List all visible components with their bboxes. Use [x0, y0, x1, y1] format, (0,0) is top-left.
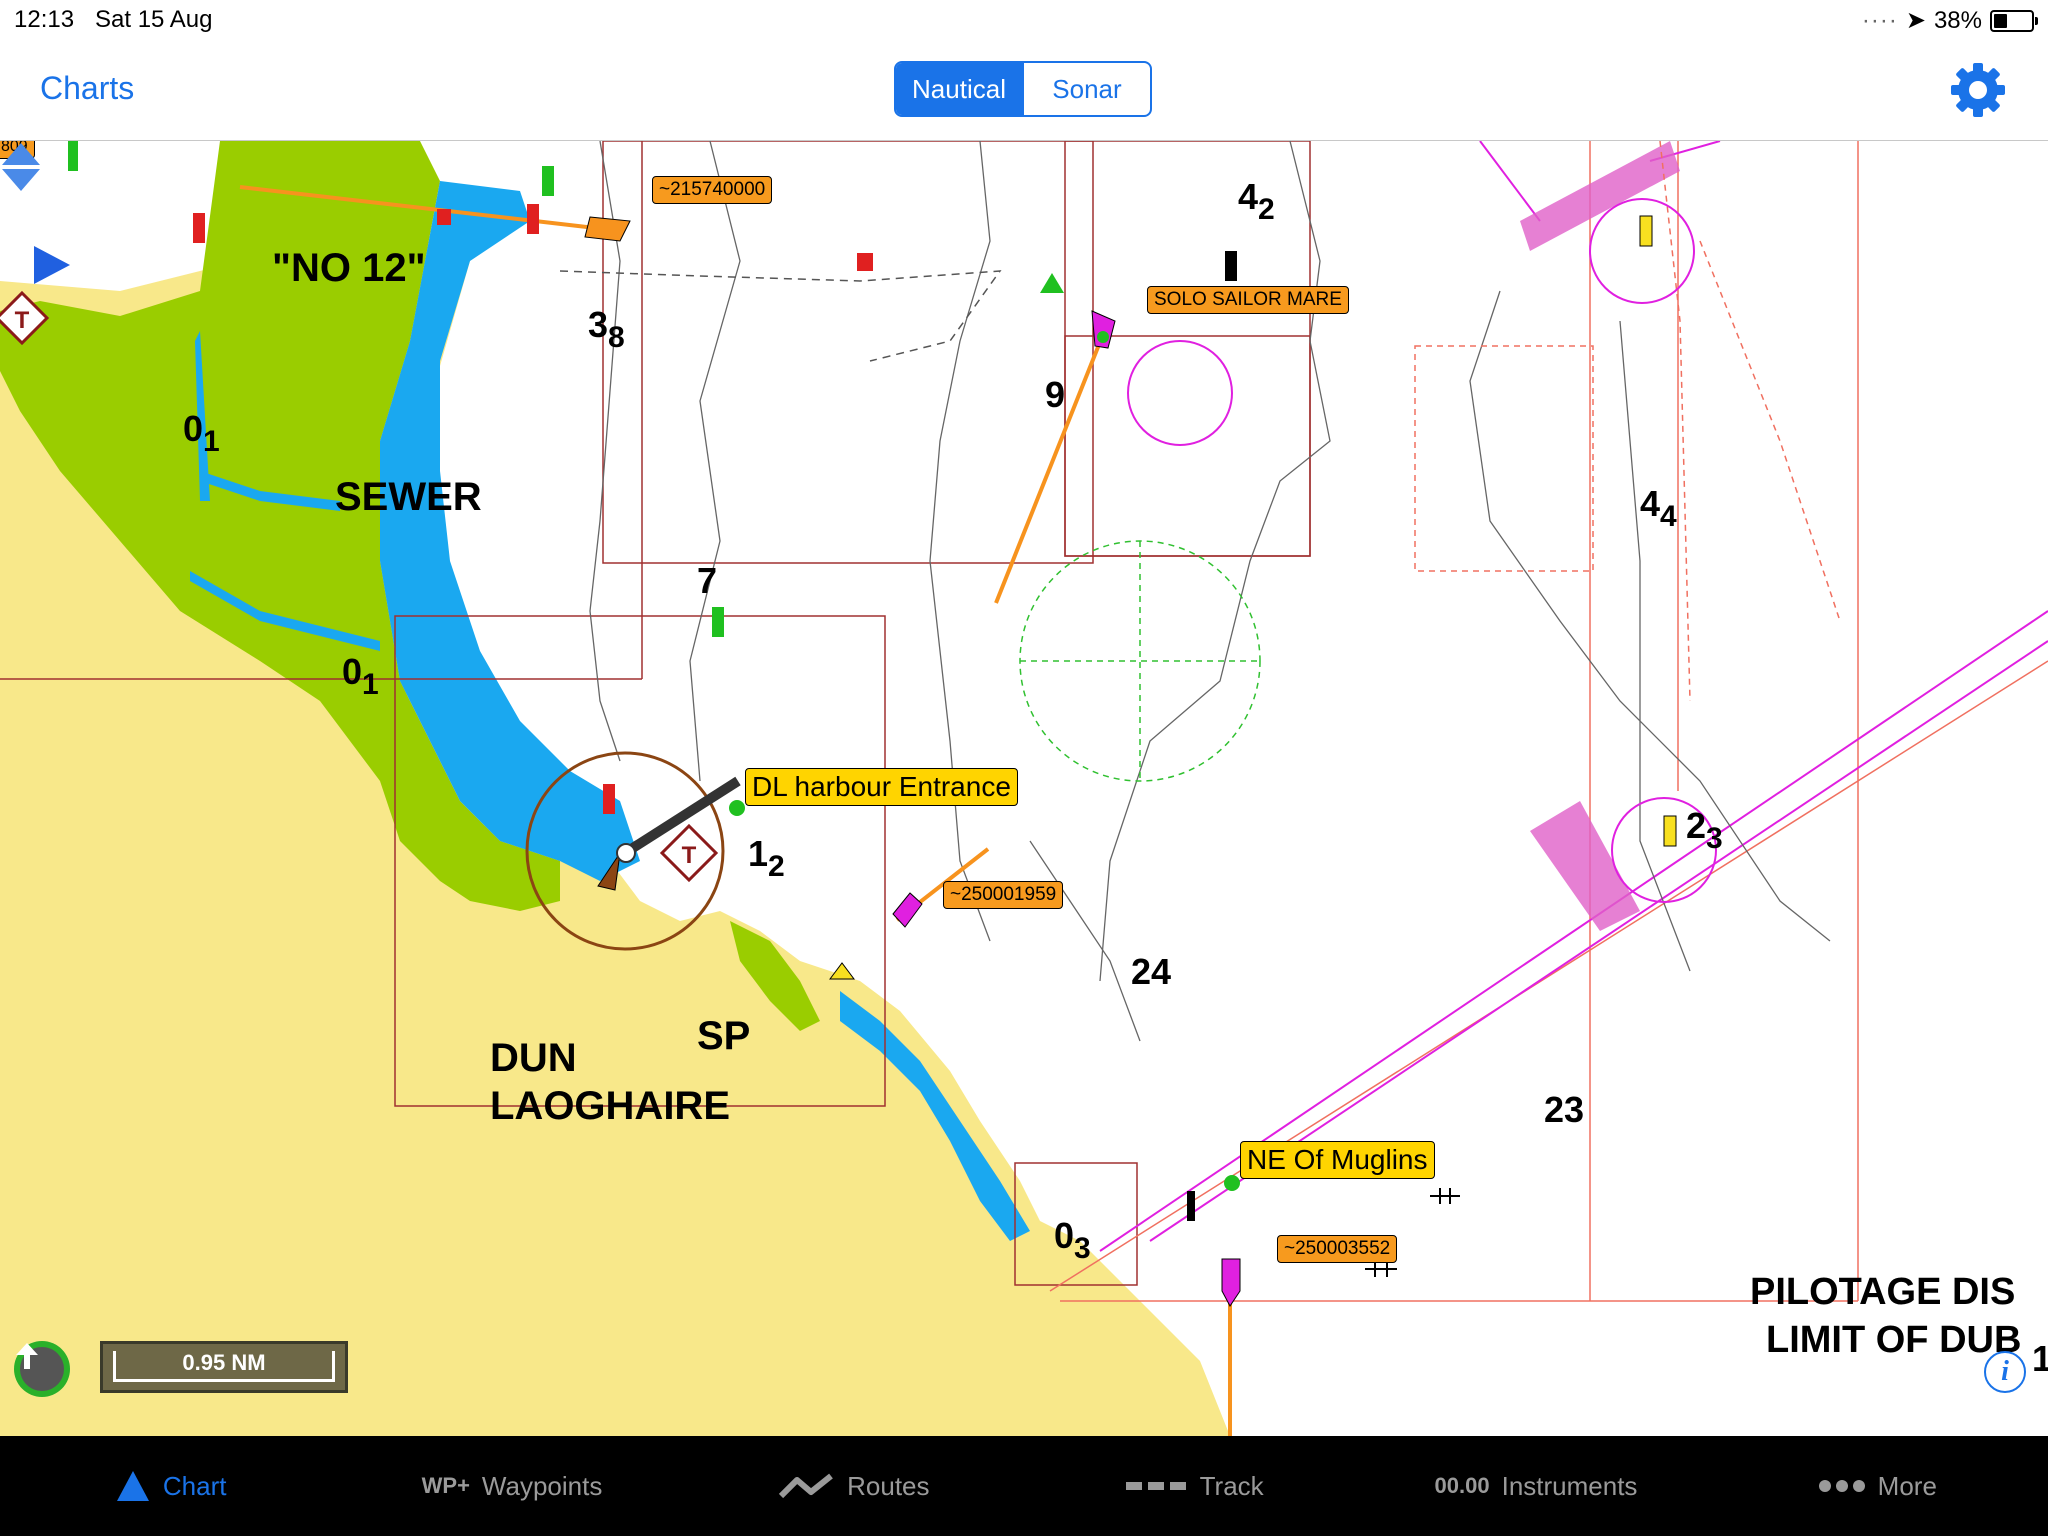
tab-chart[interactable]: Chart	[0, 1436, 341, 1536]
zoom-depth-toggle-icon[interactable]	[0, 141, 42, 193]
tab-routes[interactable]: Routes	[683, 1436, 1024, 1536]
depth-sounding: 03	[1054, 1215, 1091, 1265]
status-time: 12:13	[14, 6, 75, 33]
chart-triangle-icon	[116, 1471, 149, 1501]
restricted-area-hatch	[1520, 141, 1680, 251]
tab-bar: Chart WP+ Waypoints Routes Track 00.00 I…	[0, 1436, 2048, 1536]
tab-waypoints-label: Waypoints	[481, 1470, 603, 1501]
svg-text:T: T	[15, 307, 30, 334]
charts-back-button[interactable]: Charts	[40, 70, 134, 107]
tab-waypoints[interactable]: WP+ Waypoints	[341, 1436, 682, 1536]
depth-sounding: 12	[748, 833, 785, 883]
tab-routes-label: Routes	[847, 1470, 930, 1501]
north-up-button[interactable]	[14, 1341, 70, 1397]
label-sewer: SEWER	[335, 475, 482, 519]
label-no12: "NO 12"	[272, 246, 426, 290]
nautical-chart-map[interactable]: T T "NO 12" SEWER DUN LAOGHAIRE SP PILOT…	[0, 141, 2048, 1436]
instruments-icon: 00.00	[1434, 1473, 1490, 1498]
segment-sonar[interactable]: Sonar	[1022, 63, 1150, 115]
depth-sounding: 9	[1045, 374, 1066, 415]
depth-sounding: 01	[183, 408, 220, 458]
label-sp: SP	[697, 1014, 751, 1058]
status-bar: 12:13 Sat 15 Aug ···· ➤ 38%	[0, 0, 2048, 42]
ais-target-label[interactable]: SOLO SAILOR MARE	[1147, 286, 1349, 314]
tab-chart-label: Chart	[162, 1470, 227, 1501]
label-dun: DUN	[490, 1036, 577, 1080]
settings-gear-icon[interactable]	[1948, 60, 2008, 120]
ais-target-label[interactable]: ~215740000	[652, 176, 773, 204]
depth-sounding: 7	[697, 560, 718, 601]
tab-track-label: Track	[1199, 1470, 1264, 1501]
north-arrow-icon	[16, 1343, 64, 1391]
depth-sounding: 24	[1131, 951, 1172, 992]
route-icon	[779, 1473, 833, 1499]
battery-icon	[1990, 9, 2038, 32]
chart-canvas: T T	[0, 141, 2048, 1436]
label-pilotage-2: LIMIT OF DUB	[1766, 1319, 2022, 1361]
status-date: Sat 15 Aug	[95, 6, 213, 33]
depth-sounding: 44	[1640, 483, 1677, 533]
play-arrow-marker	[34, 246, 70, 284]
depth-sounding: 01	[342, 651, 379, 701]
svg-text:T: T	[682, 842, 697, 869]
label-laoghaire: LAOGHAIRE	[490, 1084, 730, 1128]
chart-mode-segmented-control: Nautical Sonar	[894, 61, 1152, 117]
depth-sounding: 23	[1544, 1089, 1585, 1130]
ais-target-label[interactable]: ~250001959	[943, 881, 1064, 909]
navigation-bar: Charts Nautical Sonar	[0, 42, 2048, 141]
tab-more[interactable]: More	[1707, 1436, 2048, 1536]
track-icon	[1125, 1482, 1186, 1490]
label-pilotage-1: PILOTAGE DIS	[1750, 1271, 2016, 1313]
waypoint-label[interactable]: NE Of Muglins	[1240, 1141, 1435, 1180]
waypoint-add-icon: WP+	[421, 1473, 470, 1498]
info-icon[interactable]: i	[1984, 1351, 2026, 1393]
scale-value: 0.95 NM	[182, 1350, 266, 1375]
dots-icon	[1818, 1480, 1865, 1492]
ais-vessel-marker	[892, 892, 923, 928]
depth-sounding: 42	[1238, 176, 1275, 226]
tab-track[interactable]: Track	[1024, 1436, 1365, 1536]
segment-nautical[interactable]: Nautical	[896, 63, 1022, 115]
tab-more-label: More	[1877, 1470, 1937, 1501]
depth-sounding: 23	[1686, 805, 1723, 855]
battery-percent: 38%	[1933, 6, 1982, 34]
scale-bar: 0.95 NM	[100, 1341, 348, 1393]
tab-instruments[interactable]: 00.00 Instruments	[1365, 1436, 1706, 1536]
ais-vessel-marker	[1221, 1258, 1241, 1307]
location-arrow-icon: ➤	[1905, 7, 1926, 34]
ais-vessel-marker	[584, 216, 631, 242]
ais-target-label[interactable]: ~250003552	[1277, 1235, 1398, 1263]
tab-instruments-label: Instruments	[1501, 1470, 1638, 1501]
label-edge-1: 1	[2032, 1338, 2048, 1379]
depth-sounding: 38	[588, 304, 625, 354]
signal-dots-icon: ····	[1861, 6, 1898, 34]
restricted-area-hatch-2	[1530, 801, 1640, 931]
waypoint-label[interactable]: DL harbour Entrance	[745, 768, 1018, 807]
status-right: ···· ➤ 38%	[1861, 6, 2038, 35]
